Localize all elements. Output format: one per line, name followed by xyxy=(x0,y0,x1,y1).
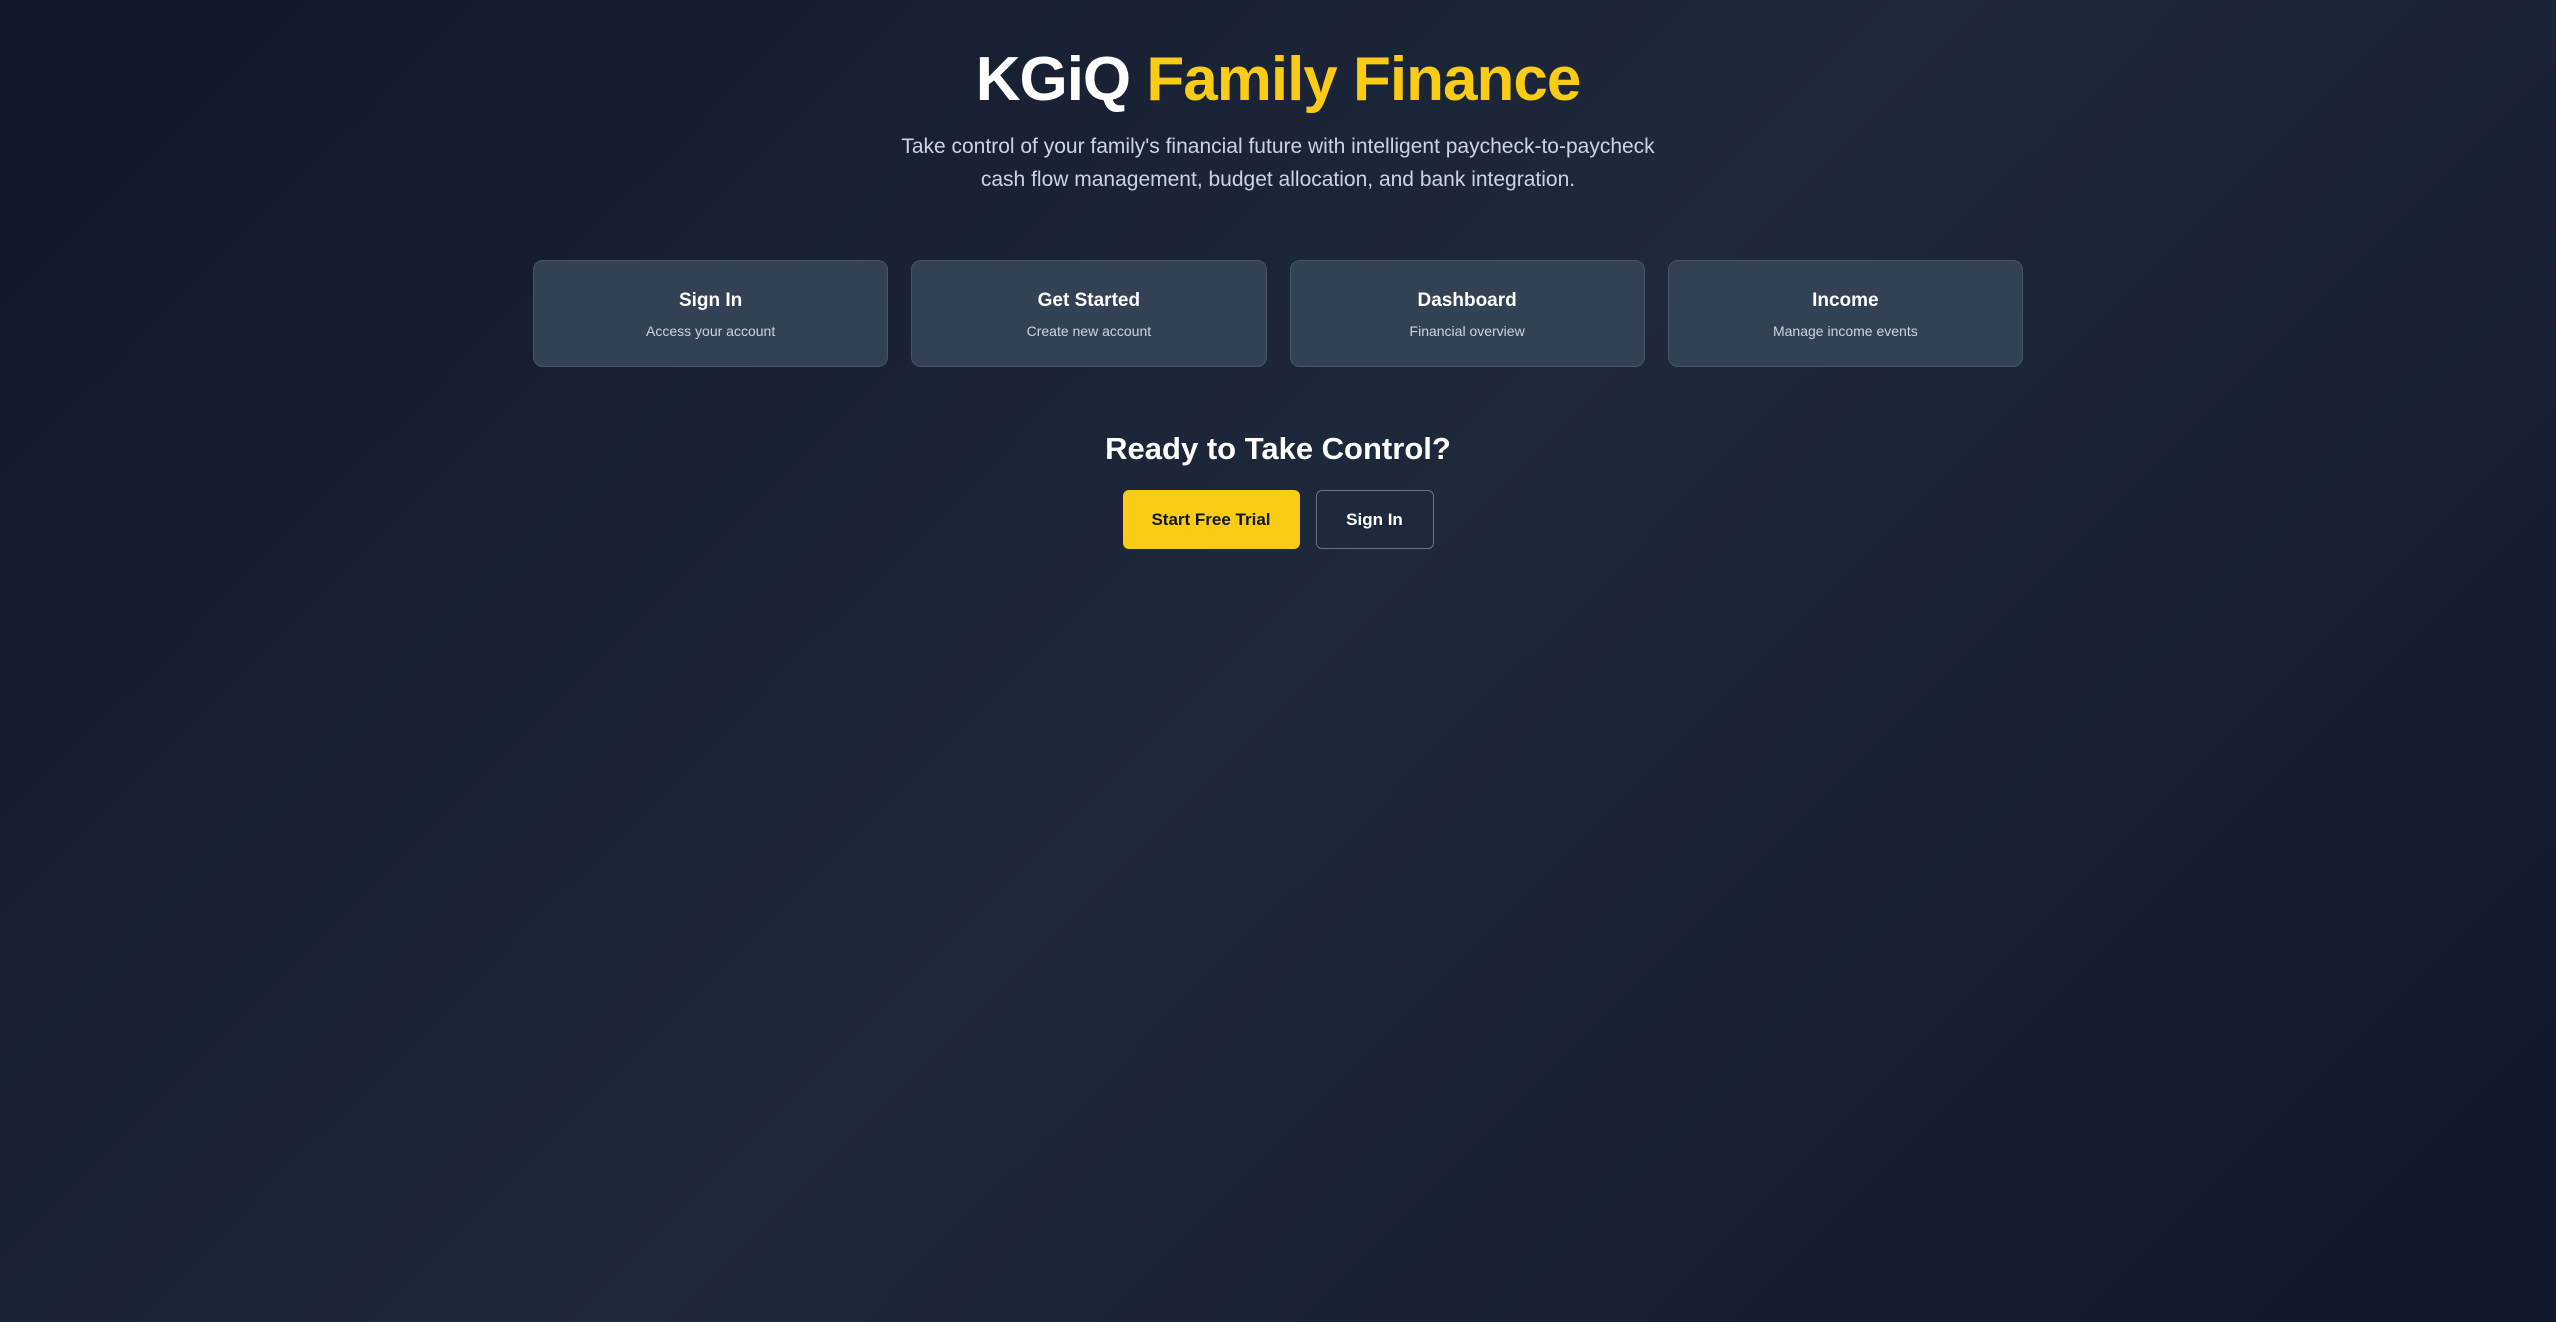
card-description: Create new account xyxy=(1026,322,1152,339)
cta-buttons: Start Free Trial Sign In xyxy=(0,490,2556,549)
card-description: Access your account xyxy=(646,322,776,339)
nav-cards: Sign In Access your account Get Started … xyxy=(533,260,2023,367)
page-subtitle: Take control of your family's financial … xyxy=(901,135,1655,191)
card-title: Dashboard xyxy=(1417,289,1517,311)
card-description: Manage income events xyxy=(1772,322,1918,339)
card-sign-in[interactable]: Sign In Access your account xyxy=(533,260,889,367)
page-title: KGiQ Family Finance xyxy=(0,38,2556,122)
cta-heading: Ready to Take Control? xyxy=(1105,431,1451,466)
card-title: Get Started xyxy=(1037,289,1141,311)
card-title: Sign In xyxy=(678,289,743,311)
card-dashboard[interactable]: Dashboard Financial overview xyxy=(1289,260,1645,367)
card-income[interactable]: Income Manage income events xyxy=(1667,260,2023,367)
start-free-trial-button[interactable]: Start Free Trial xyxy=(1122,490,1300,549)
card-description: Financial overview xyxy=(1409,322,1525,339)
brand-name: KGiQ xyxy=(975,45,1131,114)
brand-accent: Family Finance xyxy=(1146,45,1581,114)
sign-in-button[interactable]: Sign In xyxy=(1315,490,1434,549)
card-get-started[interactable]: Get Started Create new account xyxy=(911,260,1267,367)
card-title: Income xyxy=(1812,289,1879,311)
